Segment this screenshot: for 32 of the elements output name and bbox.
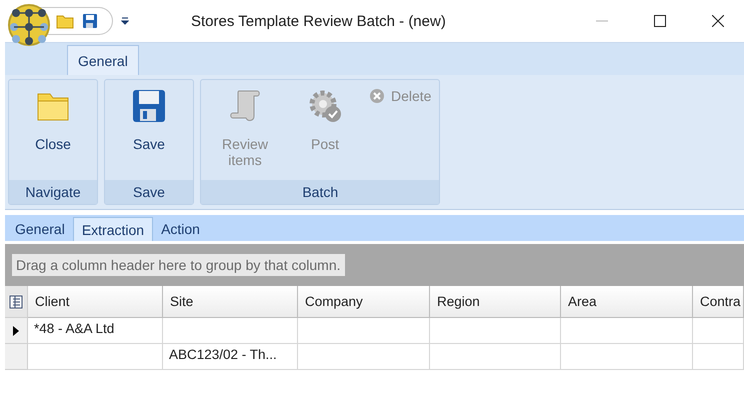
- column-header[interactable]: Area: [561, 286, 693, 318]
- ribbon-button[interactable]: Save: [111, 84, 187, 156]
- app-logo-icon[interactable]: [6, 1, 52, 47]
- group-label: Save: [105, 180, 193, 204]
- table-cell: [693, 318, 744, 344]
- column-header[interactable]: Contra: [693, 286, 744, 318]
- window-title: Stores Template Review Batch - (new): [191, 12, 446, 30]
- row-selector[interactable]: [5, 318, 28, 344]
- group-label: Navigate: [9, 180, 97, 204]
- close-icon[interactable]: [712, 15, 724, 27]
- gear-icon: [307, 88, 343, 124]
- ribbon-button[interactable]: Close: [15, 84, 91, 156]
- column-header[interactable]: Site: [163, 286, 298, 318]
- dropdown-icon[interactable]: [121, 16, 129, 26]
- tab[interactable]: General: [7, 217, 73, 241]
- group-label: Batch: [201, 180, 440, 204]
- delete-icon: [369, 88, 385, 104]
- table-cell: ABC123/02 - Th...: [163, 344, 298, 370]
- ribbon-tab[interactable]: General: [67, 45, 139, 75]
- table-cell: *48 - A&A Ltd: [28, 318, 163, 344]
- column-header[interactable]: Company: [298, 286, 430, 318]
- column-chooser-button[interactable]: [5, 286, 28, 318]
- table-cell: [693, 344, 744, 370]
- column-header[interactable]: Region: [430, 286, 561, 318]
- column-chooser-icon: [9, 294, 23, 308]
- folder-icon[interactable]: [56, 13, 74, 29]
- group-hint: Drag a column header here to group by that column.: [12, 254, 345, 276]
- column-header[interactable]: Client: [28, 286, 163, 318]
- tab[interactable]: Action: [153, 217, 208, 241]
- tab[interactable]: Extraction: [72, 217, 154, 241]
- current-row-icon: [13, 326, 19, 336]
- maximize-icon[interactable]: [654, 15, 666, 27]
